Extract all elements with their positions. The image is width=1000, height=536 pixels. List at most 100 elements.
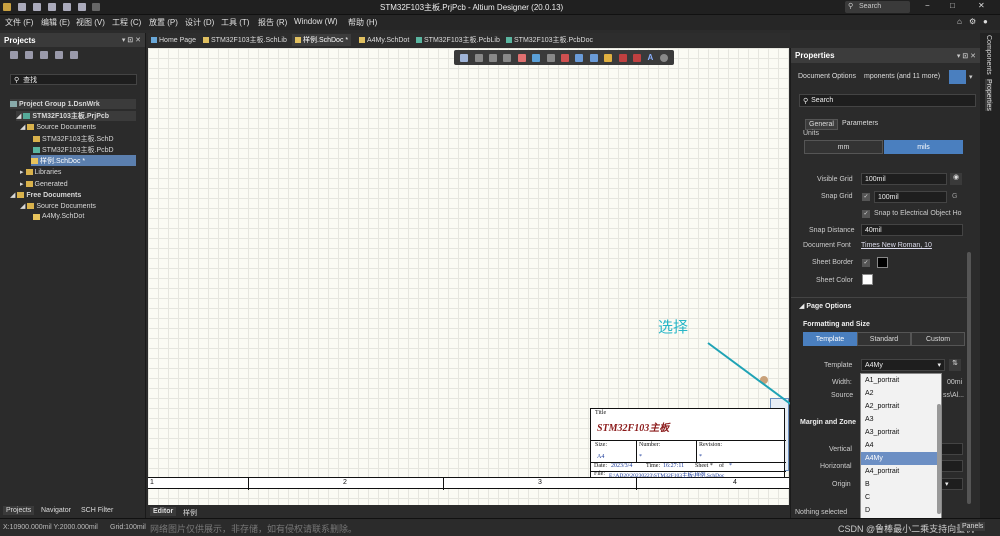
expand-icon[interactable]: ▸ [20,180,24,188]
properties-search-input[interactable]: ⚲ Search [799,94,976,107]
gnd-icon[interactable] [561,53,570,62]
template-option[interactable]: A3_portrait [861,426,941,439]
template-update-icon[interactable]: ⇅ [949,359,961,371]
panel-controls-icon[interactable]: ▾ ⊡ ✕ [122,36,141,44]
page-options-header[interactable]: ◢ Page Options [799,302,851,310]
editor-tab[interactable]: Editor [150,507,177,516]
components-side-tab[interactable]: Components [985,35,992,75]
template-option[interactable]: C [861,491,941,504]
sheet-border-checkbox[interactable]: ✓ [862,259,870,267]
undo-icon[interactable] [78,3,86,11]
bottom-tab-sch-filter[interactable]: SCH Filter [78,506,116,515]
global-search-box[interactable]: ⚲ Search [845,1,910,13]
menu-project[interactable]: 工程 (C) [112,17,141,28]
project-open-icon[interactable] [10,51,18,59]
maximize-button[interactable]: □ [950,1,955,10]
menu-edit[interactable]: 编辑 (E) [41,17,70,28]
tree-item-free-source-documents[interactable]: ◢ Source Documents [20,202,96,211]
menu-window[interactable]: Window (W) [294,17,338,26]
tab-a4my[interactable]: A4My.SchDot [356,34,412,46]
panels-button[interactable]: Panels [960,522,986,531]
horizontal-input[interactable] [941,460,963,472]
template-option[interactable]: D [861,504,941,517]
menu-view[interactable]: 视图 (V) [76,17,105,28]
expand-icon[interactable]: ▸ [20,168,24,176]
move-icon[interactable] [474,53,483,62]
template-option-selected[interactable]: A4My [861,452,941,465]
panel-controls-icon[interactable]: ▾ ⊡ ✕ [957,52,976,60]
expand-icon[interactable]: ◢ [10,191,15,199]
tree-item-source-documents[interactable]: ◢ Source Documents [20,123,96,132]
project-close-icon[interactable] [55,51,63,59]
template-select[interactable]: A4My ▾ [861,359,945,371]
home-icon[interactable]: ⌂ [957,17,962,26]
menu-place[interactable]: 放置 (P) [149,17,178,28]
template-option[interactable]: A2_portrait [861,400,941,413]
expand-icon[interactable]: ◢ [20,123,25,131]
project-save-icon[interactable] [25,51,33,59]
snap-grid-checkbox[interactable]: ✓ [862,193,870,201]
filter-button[interactable] [949,70,966,84]
template-option[interactable]: A3 [861,413,941,426]
vertical-input[interactable] [941,443,963,455]
redo-icon[interactable] [92,3,100,11]
tab-schlib[interactable]: STM32F103主板.SchLib [200,34,290,46]
part-icon[interactable] [517,53,526,62]
units-mm-button[interactable]: mm [804,140,883,154]
origin-select[interactable]: ▾ [941,478,963,490]
minimize-button[interactable]: − [925,1,930,10]
tree-item-libraries[interactable]: ▸ Libraries [20,168,61,177]
projects-search-input[interactable]: ⚲ 查找 [10,74,137,85]
expand-icon[interactable]: ◢ [16,112,21,120]
tree-item-project-group[interactable]: Project Group 1.DsnWrk [10,99,136,109]
tab-parameters[interactable]: Parameters [839,119,881,128]
menu-reports[interactable]: 报告 (R) [258,17,287,28]
seg-standard-button[interactable]: Standard [857,332,911,346]
project-settings-icon[interactable] [70,51,78,59]
filter-icon[interactable] [460,53,469,62]
bottom-tab-navigator[interactable]: Navigator [38,506,74,515]
arc-icon[interactable] [659,53,668,62]
print-icon[interactable] [63,3,71,11]
units-mils-button[interactable]: mils [884,140,963,154]
open-icon[interactable] [48,3,56,11]
template-option[interactable]: A4 [861,439,941,452]
settings-icon[interactable]: ⚙ [969,17,976,26]
harness-icon[interactable] [589,53,598,62]
tree-item-free-documents[interactable]: ◢ Free Documents [10,191,81,200]
tree-item-generated[interactable]: ▸ Generated [20,180,68,189]
sheet-border-color-swatch[interactable] [877,257,888,268]
snap-distance-input[interactable]: 40mil [861,224,963,236]
tree-item-pcbdoc[interactable]: STM32F103主板.PcbD [33,145,114,155]
snap-grid-input[interactable]: 100mil [874,191,947,203]
sheet-color-swatch[interactable] [862,274,873,285]
seg-template-button[interactable]: Template [803,332,857,346]
seg-custom-button[interactable]: Custom [911,332,965,346]
close-button[interactable]: ✕ [978,1,985,10]
expand-icon[interactable]: ◢ [20,202,25,210]
properties-side-tab[interactable]: Properties [985,79,992,111]
power-port-icon[interactable] [546,53,555,62]
scrollbar-thumb[interactable] [967,252,971,504]
menu-file[interactable]: 文件 (F) [5,17,33,28]
tab-home-page[interactable]: Home Page [148,34,199,46]
menu-tools[interactable]: 工具 (T) [221,17,249,28]
account-icon[interactable]: ● [983,17,988,26]
text-icon[interactable]: A [647,53,653,62]
template-option[interactable]: A2 [861,387,941,400]
menu-help[interactable]: 帮助 (H) [348,17,377,28]
wire-icon[interactable] [532,53,541,62]
tab-pcbdoc[interactable]: STM32F103主板.PcbDoc [503,34,596,46]
tab-general[interactable]: General [805,119,838,130]
template-option[interactable]: A1_portrait [861,374,941,387]
eye-icon[interactable]: ◉ [950,173,962,185]
select-icon[interactable] [489,53,498,62]
tab-pcblib[interactable]: STM32F103主板.PcbLib [413,34,503,46]
project-folder-icon[interactable] [40,51,48,59]
template-option[interactable]: A4_portrait [861,465,941,478]
bottom-tab-projects[interactable]: Projects [3,506,35,515]
snap-electrical-checkbox[interactable]: ✓ [862,210,870,218]
save-all-icon[interactable] [33,3,41,11]
directive-icon[interactable] [618,53,627,62]
tree-item-sample-schdoc[interactable]: 样例.SchDoc * [31,155,136,166]
